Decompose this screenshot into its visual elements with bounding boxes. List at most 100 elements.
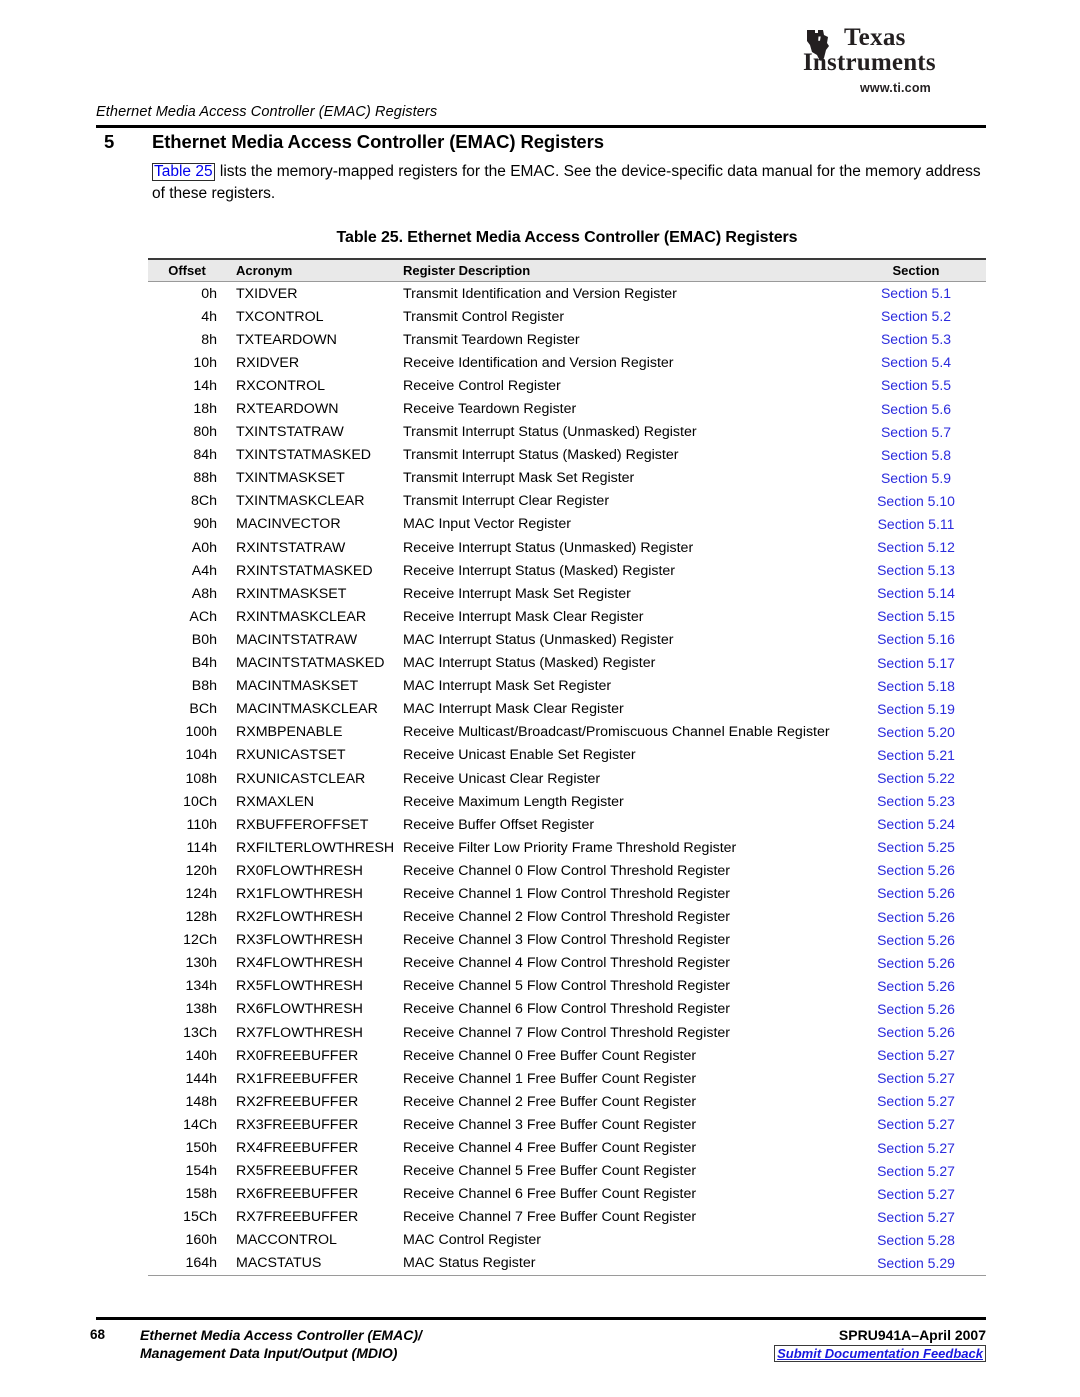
cell-description: Receive Unicast Enable Set Register — [403, 747, 636, 764]
section-link[interactable]: Section 5.25 — [877, 839, 955, 855]
table-row: 148h RX2FREEBUFFER Receive Channel 2 Free … — [148, 1090, 986, 1113]
table-25-crossref-link[interactable]: Table 25 — [152, 163, 215, 181]
section-link[interactable]: Section 5.13 — [877, 562, 955, 578]
cell-acronym: RXUNICASTSET — [236, 747, 346, 764]
cell-description: Receive Maximum Length Register — [403, 793, 624, 810]
cell-description: Receive Interrupt Mask Clear Register — [403, 608, 644, 625]
section-link[interactable]: Section 5.26 — [877, 885, 955, 901]
section-link[interactable]: Section 5.15 — [877, 608, 955, 624]
cell-description: MAC Input Vector Register — [403, 516, 571, 533]
section-link[interactable]: Section 5.11 — [878, 516, 955, 532]
section-link[interactable]: Section 5.27 — [877, 1070, 955, 1086]
section-link[interactable]: Section 5.26 — [877, 932, 955, 948]
section-link[interactable]: Section 5.1 — [881, 285, 951, 301]
cell-offset: 4h — [201, 308, 217, 325]
cell-offset: 10Ch — [183, 793, 217, 810]
section-link[interactable]: Section 5.27 — [877, 1186, 955, 1202]
cell-offset: 10h — [193, 354, 217, 371]
table-row: 84h TXINTSTATMASKED Transmit Interrupt Sta… — [148, 444, 986, 467]
section-link[interactable]: Section 5.5 — [881, 377, 951, 393]
section-link[interactable]: Section 5.27 — [877, 1093, 955, 1109]
submit-documentation-feedback-link[interactable]: Submit Documentation Feedback — [774, 1345, 986, 1362]
cell-acronym: RXCONTROL — [236, 377, 326, 394]
section-link[interactable]: Section 5.29 — [877, 1255, 955, 1271]
cell-acronym: RXUNICASTCLEAR — [236, 770, 366, 787]
section-link[interactable]: Section 5.26 — [877, 862, 955, 878]
section-link[interactable]: Section 5.8 — [881, 447, 951, 463]
section-link[interactable]: Section 5.3 — [881, 331, 951, 347]
section-link[interactable]: Section 5.17 — [877, 655, 955, 671]
cell-acronym: TXTEARDOWN — [236, 331, 337, 348]
section-link[interactable]: Section 5.14 — [877, 585, 955, 601]
section-link[interactable]: Section 5.27 — [877, 1047, 955, 1063]
cell-offset: 124h — [185, 885, 217, 902]
cell-section: Section 5.26 — [846, 1024, 986, 1041]
cell-section: Section 5.27 — [846, 1070, 986, 1087]
table-row: 124h RX1FLOWTHRESH Receive Channel 1 Flow … — [148, 882, 986, 905]
cell-acronym: RX4FREEBUFFER — [236, 1140, 359, 1157]
cell-section: Section 5.3 — [846, 331, 986, 348]
section-link[interactable]: Section 5.27 — [877, 1116, 955, 1132]
cell-section: Section 5.16 — [846, 631, 986, 648]
cell-acronym: TXINTMASKSET — [236, 470, 345, 487]
cell-acronym: RX3FREEBUFFER — [236, 1116, 359, 1133]
cell-offset: 15Ch — [183, 1209, 217, 1226]
section-link[interactable]: Section 5.28 — [877, 1232, 955, 1248]
table-row: 134h RX5FLOWTHRESH Receive Channel 5 Flow … — [148, 975, 986, 998]
footer-rule — [96, 1317, 986, 1320]
table-row: 80h TXINTSTATRAW Transmit Interrupt Status… — [148, 421, 986, 444]
section-link[interactable]: Section 5.26 — [877, 955, 955, 971]
section-link[interactable]: Section 5.6 — [881, 401, 951, 417]
section-link[interactable]: Section 5.24 — [877, 816, 955, 832]
cell-acronym: RX6FREEBUFFER — [236, 1186, 359, 1203]
section-link[interactable]: Section 5.27 — [877, 1209, 955, 1225]
cell-section: Section 5.10 — [846, 493, 986, 510]
section-link[interactable]: Section 5.23 — [877, 793, 955, 809]
cell-acronym: RX2FLOWTHRESH — [236, 909, 363, 926]
cell-section: Section 5.5 — [846, 377, 986, 394]
section-link[interactable]: Section 5.18 — [877, 678, 955, 694]
cell-acronym: RXFILTERLOWTHRESH — [236, 839, 395, 856]
table-row: ACh RXINTMASKCLEAR Receive Interrupt Mask … — [148, 605, 986, 628]
section-link[interactable]: Section 5.27 — [877, 1140, 955, 1156]
cell-section: Section 5.29 — [846, 1255, 986, 1272]
table-header-row: Offset Acronym Register Description Sect… — [148, 260, 986, 281]
cell-section: Section 5.26 — [846, 955, 986, 972]
cell-description: MAC Interrupt Status (Unmasked) Register — [403, 631, 674, 648]
footer-document-id: SPRU941A–April 2007 — [838, 1327, 986, 1343]
brand-name-texas: Texas — [844, 24, 906, 51]
section-link[interactable]: Section 5.21 — [877, 747, 955, 763]
running-head: Ethernet Media Access Controller (EMAC) … — [96, 104, 438, 120]
cell-offset: 88h — [193, 470, 217, 487]
section-link[interactable]: Section 5.12 — [877, 539, 955, 555]
section-link[interactable]: Section 5.9 — [881, 470, 951, 486]
cell-section: Section 5.27 — [846, 1047, 986, 1064]
cell-acronym: MACINVECTOR — [236, 516, 341, 533]
section-link[interactable]: Section 5.16 — [877, 631, 955, 647]
section-link[interactable]: Section 5.19 — [877, 701, 955, 717]
cell-offset: 160h — [185, 1232, 217, 1249]
cell-section: Section 5.26 — [846, 932, 986, 949]
brand-name-instruments: Instruments — [803, 48, 936, 76]
section-link[interactable]: Section 5.26 — [877, 978, 955, 994]
cell-description: Receive Teardown Register — [403, 401, 577, 418]
section-link[interactable]: Section 5.20 — [877, 724, 955, 740]
section-link[interactable]: Section 5.7 — [881, 424, 951, 440]
section-link[interactable]: Section 5.27 — [877, 1163, 955, 1179]
section-link[interactable]: Section 5.10 — [877, 493, 955, 509]
section-link[interactable]: Section 5.26 — [877, 909, 955, 925]
cell-acronym: RXINTMASKCLEAR — [236, 608, 367, 625]
cell-offset: A0h — [191, 539, 217, 556]
cell-section: Section 5.26 — [846, 862, 986, 879]
table-row: 4h TXCONTROL Transmit Control Register Sect… — [148, 305, 986, 328]
cell-section: Section 5.19 — [846, 701, 986, 718]
section-link[interactable]: Section 5.22 — [877, 770, 955, 786]
section-link[interactable]: Section 5.26 — [877, 1001, 955, 1017]
table-row: BCh MACINTMASKCLEAR MAC Interrupt Mask Cle… — [148, 698, 986, 721]
section-link[interactable]: Section 5.4 — [881, 354, 951, 370]
cell-section: Section 5.17 — [846, 655, 986, 672]
cell-offset: 128h — [185, 909, 217, 926]
section-link[interactable]: Section 5.2 — [881, 308, 951, 324]
section-link[interactable]: Section 5.26 — [877, 1024, 955, 1040]
cell-description: Receive Channel 7 Free Buffer Count Regi… — [403, 1209, 697, 1226]
